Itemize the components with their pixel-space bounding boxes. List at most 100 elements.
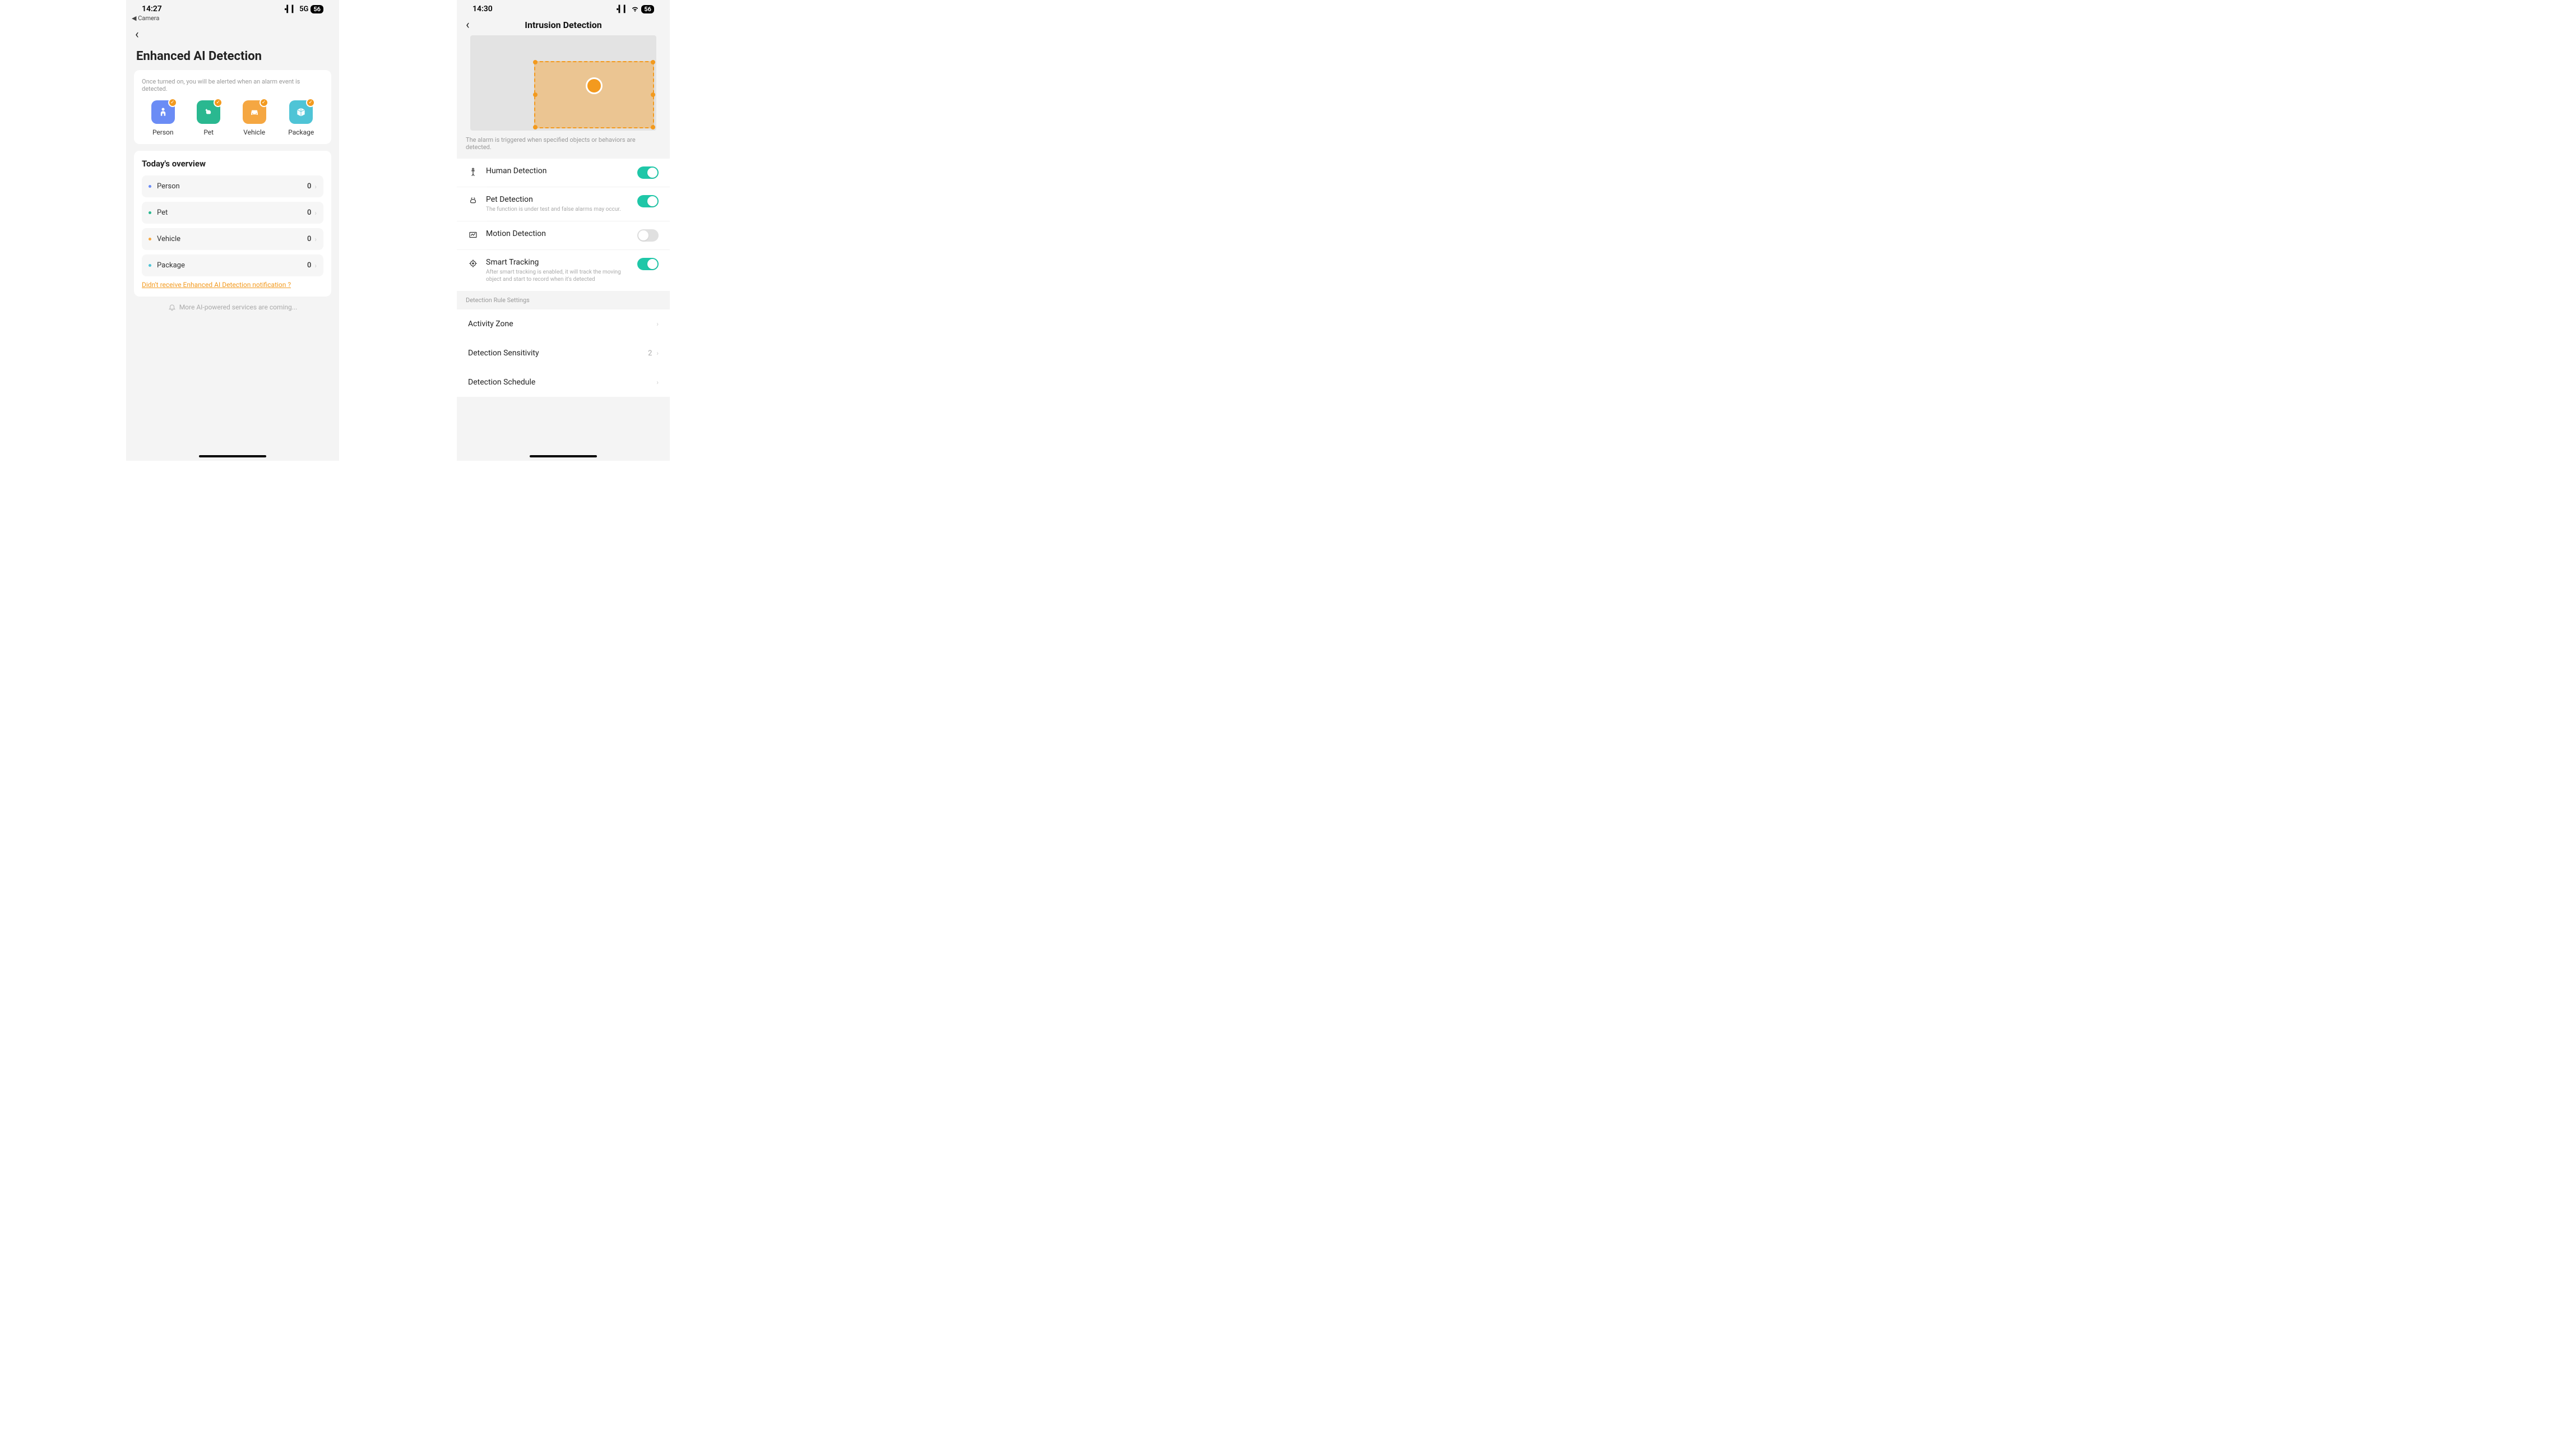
dot-icon bbox=[149, 185, 151, 188]
overview-count: 0 bbox=[307, 209, 311, 217]
dot-icon bbox=[149, 264, 151, 267]
detection-types-card: Once turned on, you will be alerted when… bbox=[134, 70, 331, 144]
detect-type-vehicle[interactable]: ✓ Vehicle bbox=[243, 100, 266, 136]
status-bar: 14:27 ▪▎▎ 5G 56 bbox=[126, 0, 339, 15]
chevron-right-icon: › bbox=[314, 183, 317, 191]
footer-text: More AI-powered services are coming... bbox=[179, 303, 298, 311]
zone-handle[interactable] bbox=[651, 92, 655, 97]
camera-preview[interactable] bbox=[470, 35, 656, 131]
rule-detection-schedule[interactable]: Detection Schedule › bbox=[457, 368, 670, 397]
battery-indicator: 56 bbox=[311, 5, 323, 13]
rule-detection-sensitivity[interactable]: Detection Sensitivity 2 › bbox=[457, 339, 670, 368]
section-header-rules: Detection Rule Settings bbox=[457, 291, 670, 309]
help-link[interactable]: Didn't receive Enhanced AI Detection not… bbox=[142, 281, 323, 289]
setting-smart-tracking: Smart Tracking After smart tracking is e… bbox=[457, 250, 670, 291]
rule-label: Detection Sensitivity bbox=[468, 349, 648, 358]
battery-indicator: 56 bbox=[641, 5, 654, 13]
overview-label: Vehicle bbox=[157, 235, 307, 243]
detect-type-package[interactable]: ✓ Package bbox=[288, 100, 314, 136]
detect-label: Pet bbox=[197, 128, 220, 136]
bell-icon bbox=[168, 303, 176, 311]
dot-icon bbox=[149, 238, 151, 240]
rule-value: 2 bbox=[648, 349, 652, 358]
pet-icon bbox=[468, 195, 478, 206]
page-title: Intrusion Detection bbox=[457, 20, 670, 30]
signal-icon: ▪▎▎ bbox=[617, 5, 629, 13]
zone-center-handle[interactable] bbox=[586, 77, 603, 94]
wifi-icon bbox=[631, 6, 639, 12]
setting-subtitle: After smart tracking is enabled, it will… bbox=[486, 268, 629, 283]
check-icon: ✓ bbox=[214, 98, 223, 107]
section-gap bbox=[457, 397, 670, 406]
rule-label: Detection Schedule bbox=[468, 378, 652, 387]
setting-subtitle: The function is under test and false ala… bbox=[486, 206, 629, 213]
zone-handle[interactable] bbox=[651, 125, 655, 129]
setting-title: Human Detection bbox=[486, 166, 629, 175]
rule-label: Activity Zone bbox=[468, 320, 652, 328]
chevron-right-icon: › bbox=[314, 209, 317, 217]
setting-human-detection: Human Detection bbox=[457, 159, 670, 187]
home-indicator[interactable] bbox=[199, 455, 266, 457]
overview-label: Package bbox=[157, 261, 307, 270]
toggle-pet-detection[interactable] bbox=[637, 195, 659, 207]
status-right: ▪▎▎ 5G 56 bbox=[284, 5, 323, 13]
setting-pet-detection: Pet Detection The function is under test… bbox=[457, 187, 670, 221]
package-icon: ✓ bbox=[289, 100, 313, 124]
setting-title: Smart Tracking bbox=[486, 258, 629, 267]
chevron-right-icon: › bbox=[314, 262, 317, 270]
signal-icon: ▪▎▎ bbox=[284, 5, 297, 13]
overview-row-vehicle[interactable]: Vehicle 0 › bbox=[142, 228, 323, 250]
overview-label: Person bbox=[157, 182, 307, 191]
detection-types-grid: ✓ Person ✓ Pet ✓ Vehicle bbox=[142, 100, 323, 136]
vehicle-icon: ✓ bbox=[243, 100, 266, 124]
overview-count: 0 bbox=[307, 235, 311, 243]
screen-intrusion-detection: 14:30 ▪▎▎ 56 ‹ Intrusion Detection The a… bbox=[457, 0, 670, 461]
detect-label: Package bbox=[288, 128, 314, 136]
toggle-human-detection[interactable] bbox=[637, 166, 659, 179]
chevron-right-icon: › bbox=[656, 378, 659, 386]
dot-icon bbox=[149, 211, 151, 214]
pet-icon: ✓ bbox=[197, 100, 220, 124]
status-right: ▪▎▎ 56 bbox=[617, 5, 654, 13]
network-label: 5G bbox=[299, 5, 308, 13]
back-button[interactable]: ‹ bbox=[135, 27, 139, 41]
home-indicator[interactable] bbox=[530, 455, 597, 457]
check-icon: ✓ bbox=[306, 98, 315, 107]
zone-handle[interactable] bbox=[533, 60, 538, 64]
zone-handle[interactable] bbox=[651, 60, 655, 64]
overview-title: Today's overview bbox=[142, 159, 323, 169]
overview-row-person[interactable]: Person 0 › bbox=[142, 175, 323, 197]
overview-count: 0 bbox=[307, 182, 311, 191]
detection-hint: Once turned on, you will be alerted when… bbox=[142, 78, 323, 92]
status-time: 14:27 bbox=[142, 4, 162, 13]
person-icon: ✓ bbox=[151, 100, 175, 124]
zone-handle[interactable] bbox=[533, 92, 538, 97]
toggle-motion-detection[interactable] bbox=[637, 229, 659, 242]
status-bar: 14:30 ▪▎▎ 56 bbox=[457, 0, 670, 15]
detect-type-pet[interactable]: ✓ Pet bbox=[197, 100, 220, 136]
zone-handle[interactable] bbox=[533, 125, 538, 129]
toggle-smart-tracking[interactable] bbox=[637, 258, 659, 270]
status-time: 14:30 bbox=[472, 4, 493, 13]
activity-zone-overlay[interactable] bbox=[534, 61, 654, 128]
overview-label: Pet bbox=[157, 209, 307, 217]
preview-caption: The alarm is triggered when specified ob… bbox=[457, 136, 670, 159]
back-to-app[interactable]: ◀ Camera bbox=[126, 15, 339, 24]
overview-row-pet[interactable]: Pet 0 › bbox=[142, 202, 323, 224]
chevron-right-icon: › bbox=[314, 235, 317, 243]
screen-enhanced-ai-detection: 14:27 ▪▎▎ 5G 56 ◀ Camera ‹ Enhanced AI D… bbox=[126, 0, 339, 461]
check-icon: ✓ bbox=[168, 98, 177, 107]
overview-row-package[interactable]: Package 0 › bbox=[142, 254, 323, 276]
page-title: Enhanced AI Detection bbox=[126, 45, 339, 70]
chevron-right-icon: › bbox=[656, 320, 659, 328]
detect-type-person[interactable]: ✓ Person bbox=[151, 100, 175, 136]
footer-message: More AI-powered services are coming... bbox=[126, 303, 339, 311]
human-icon bbox=[468, 166, 478, 177]
overview-count: 0 bbox=[307, 261, 311, 270]
detect-label: Person bbox=[151, 128, 175, 136]
tracking-icon bbox=[468, 258, 478, 268]
rule-activity-zone[interactable]: Activity Zone › bbox=[457, 309, 670, 339]
chevron-right-icon: › bbox=[656, 349, 659, 357]
nav-bar: ‹ bbox=[126, 24, 339, 45]
motion-icon bbox=[468, 229, 478, 240]
